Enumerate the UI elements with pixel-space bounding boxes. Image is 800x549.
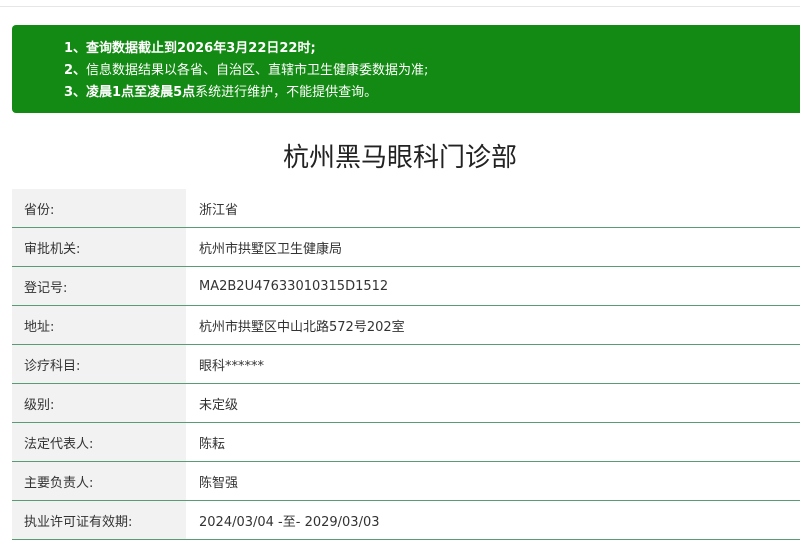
page: 1、查询数据截止到2026年3月22日22时; 2、信息数据结果以各省、自治区、…	[0, 0, 800, 549]
table-row: 主要负责人: 陈智强	[12, 461, 800, 501]
row-value-departments: 眼科******	[186, 344, 800, 384]
notice-line-3: 3、凌晨1点至凌晨5点系统进行维护，不能提供查询。	[64, 82, 800, 104]
notice-line-1: 1、查询数据截止到2026年3月22日22时;	[64, 38, 800, 60]
row-label-address: 地址:	[12, 305, 186, 345]
notice-line-3-bold: 凌晨1点至凌晨5点	[86, 85, 196, 100]
table-row: 诊疗科目: 眼科******	[12, 344, 800, 384]
notice-line-2-text: 信息数据结果以各省、自治区、直辖市卫生健康委数据为准;	[86, 63, 429, 78]
info-table: 省份: 浙江省 审批机关: 杭州市拱墅区卫生健康局 登记号: MA2B2U476…	[12, 189, 800, 540]
row-value-license-validity: 2024/03/04 -至- 2029/03/03	[186, 500, 800, 540]
table-row: 登记号: MA2B2U47633010315D1512	[12, 266, 800, 306]
row-label-province: 省份:	[12, 189, 186, 228]
row-label-principal: 主要负责人:	[12, 461, 186, 501]
table-row: 审批机关: 杭州市拱墅区卫生健康局	[12, 227, 800, 267]
row-label-approval-authority: 审批机关:	[12, 227, 186, 267]
row-value-province: 浙江省	[186, 189, 800, 228]
page-title: 杭州黑马眼科门诊部	[282, 143, 517, 173]
row-value-registration-number: MA2B2U47633010315D1512	[186, 266, 800, 306]
table-row: 地址: 杭州市拱墅区中山北路572号202室	[12, 305, 800, 345]
row-value-address: 杭州市拱墅区中山北路572号202室	[186, 305, 800, 345]
row-value-approval-authority: 杭州市拱墅区卫生健康局	[186, 227, 800, 267]
table-row: 执业许可证有效期: 2024/03/04 -至- 2029/03/03	[12, 500, 800, 540]
notice-line-1-text: 查询数据截止到2026年3月22日22时;	[86, 41, 316, 56]
table-row: 法定代表人: 陈耘	[12, 422, 800, 462]
table-row: 级别: 未定级	[12, 383, 800, 423]
row-label-level: 级别:	[12, 383, 186, 423]
row-value-legal-representative: 陈耘	[186, 422, 800, 462]
notice-line-3-text: 系统进行维护，不能提供查询。	[195, 85, 378, 100]
row-label-departments: 诊疗科目:	[12, 344, 186, 384]
notice-line-1-prefix: 1、	[64, 41, 87, 56]
notice-line-2-prefix: 2、	[64, 63, 87, 78]
notice-line-2: 2、信息数据结果以各省、自治区、直辖市卫生健康委数据为准;	[64, 60, 800, 82]
table-row: 省份: 浙江省	[12, 189, 800, 228]
row-value-level: 未定级	[186, 383, 800, 423]
row-label-registration-number: 登记号:	[12, 266, 186, 306]
top-divider	[0, 6, 800, 7]
notice-line-3-prefix: 3、	[64, 85, 87, 100]
notice-banner: 1、查询数据截止到2026年3月22日22时; 2、信息数据结果以各省、自治区、…	[12, 25, 800, 113]
row-label-legal-representative: 法定代表人:	[12, 422, 186, 462]
row-value-principal: 陈智强	[186, 461, 800, 501]
row-label-license-validity: 执业许可证有效期:	[12, 500, 186, 540]
